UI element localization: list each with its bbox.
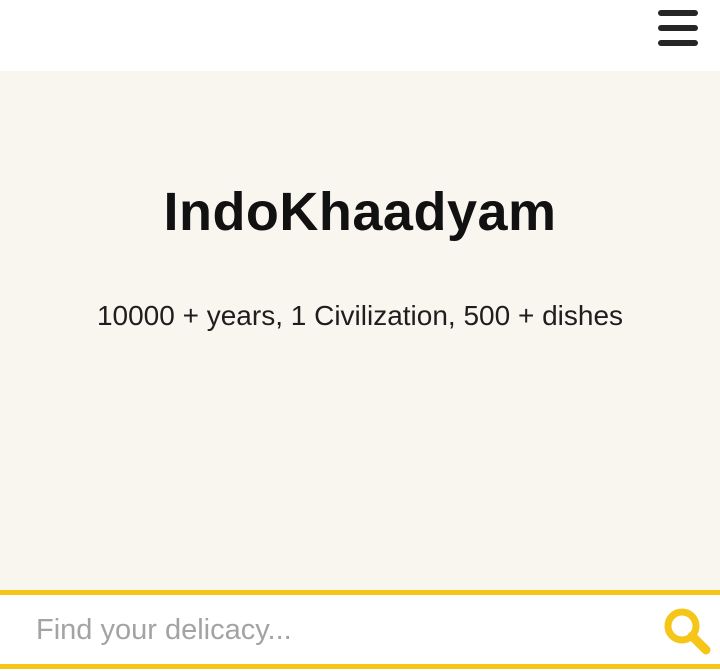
site-tagline: 10000 + years, 1 Civilization, 500 + dis…	[96, 300, 624, 331]
search-bar	[0, 590, 720, 671]
search-bar-top-border	[0, 590, 720, 595]
hero-section: IndoKhaadyam 10000 + years, 1 Civilizati…	[0, 71, 720, 590]
hamburger-menu-button[interactable]	[652, 6, 704, 50]
search-bar-bottom-border	[0, 664, 720, 669]
search-icon	[664, 608, 711, 655]
top-bar	[0, 0, 720, 71]
search-button[interactable]	[660, 604, 714, 658]
hamburger-menu-icon	[658, 10, 698, 16]
site-title: IndoKhaadyam	[163, 182, 557, 242]
search-input[interactable]	[22, 602, 642, 658]
